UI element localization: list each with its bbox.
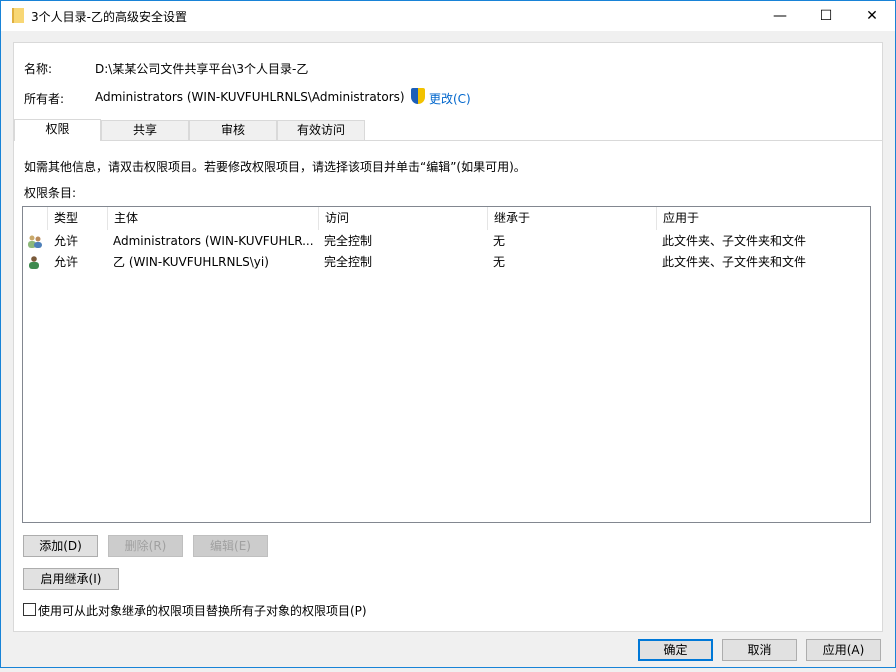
entry-principal: Administrators (WIN-KUVFUHLR... [113,231,314,252]
folder-icon [12,8,24,23]
entry-inherited-from: 无 [493,231,505,252]
change-owner-link[interactable]: 更改(C) [429,90,471,107]
window-title: 3个人目录-乙的高级安全设置 [31,8,187,25]
group-icon [28,235,42,248]
table-row[interactable]: 允许 乙 (WIN-KUVFUHLRNLS\yi) 完全控制 无 此文件夹、子文… [23,252,870,273]
minimize-button[interactable]: — [757,1,803,31]
user-icon [28,256,42,269]
owner-value: Administrators (WIN-KUVFUHLRNLS\Administ… [95,90,405,104]
tab-permissions[interactable]: 权限 [14,119,101,141]
entry-access: 完全控制 [324,252,372,273]
column-header-inherited-from[interactable]: 继承于 [488,207,657,230]
maximize-button[interactable]: ☐ [803,1,849,31]
add-button[interactable]: 添加(D) [23,535,98,557]
replace-child-permissions-label[interactable]: 使用可从此对象继承的权限项目替换所有子对象的权限项目(P) [38,602,367,619]
column-header-principal[interactable]: 主体 [108,207,319,230]
close-button[interactable]: ✕ [849,1,895,31]
replace-child-permissions-checkbox[interactable] [23,603,36,616]
name-value: D:\某某公司文件共享平台\3个人目录-乙 [95,60,308,77]
uac-shield-icon [411,88,425,104]
ok-button[interactable]: 确定 [638,639,713,661]
entry-type: 允许 [54,231,78,252]
entry-applies-to: 此文件夹、子文件夹和文件 [662,231,806,252]
column-header-type[interactable]: 类型 [48,207,108,230]
entry-inherited-from: 无 [493,252,505,273]
permission-entries-label: 权限条目: [24,184,76,201]
column-header-icon [23,207,48,230]
hint-text: 如需其他信息，请双击权限项目。若要修改权限项目，请选择该项目并单击“编辑”(如果… [24,158,526,175]
tab-auditing[interactable]: 审核 [189,120,277,141]
tab-effective-access[interactable]: 有效访问 [277,120,365,141]
name-label: 名称: [24,60,52,77]
entry-applies-to: 此文件夹、子文件夹和文件 [662,252,806,273]
tab-sharing[interactable]: 共享 [101,120,189,141]
enable-inheritance-button[interactable]: 启用继承(I) [23,568,119,590]
column-header-applies-to[interactable]: 应用于 [657,207,870,230]
entry-principal: 乙 (WIN-KUVFUHLRNLS\yi) [113,252,269,273]
title-bar: 3个人目录-乙的高级安全设置 — ☐ ✕ [1,1,895,31]
owner-label: 所有者: [24,90,64,107]
column-header-access[interactable]: 访问 [319,207,488,230]
table-row[interactable]: 允许 Administrators (WIN-KUVFUHLR... 完全控制 … [23,231,870,252]
permission-entries-list[interactable]: 类型 主体 访问 继承于 应用于 允许 Administrators (WIN-… [22,206,871,523]
cancel-button[interactable]: 取消 [722,639,797,661]
entry-type: 允许 [54,252,78,273]
remove-button[interactable]: 删除(R) [108,535,183,557]
apply-button[interactable]: 应用(A) [806,639,881,661]
entry-access: 完全控制 [324,231,372,252]
edit-button[interactable]: 编辑(E) [193,535,268,557]
